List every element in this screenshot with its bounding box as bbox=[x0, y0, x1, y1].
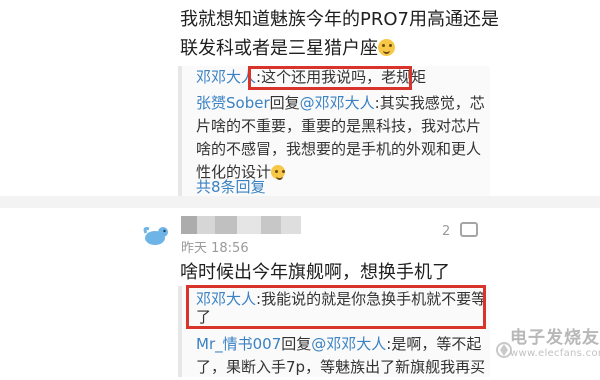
reply-mention[interactable]: @邓邓大人 bbox=[300, 94, 375, 112]
reply-text: :其实我感觉，芯 bbox=[374, 94, 485, 112]
reply-verb: 回复 bbox=[269, 94, 300, 112]
username-blurred[interactable] bbox=[181, 216, 301, 234]
comment-text-line: 联发科或者是三星猎户座 bbox=[180, 34, 395, 64]
comment-icon[interactable] bbox=[460, 222, 478, 237]
highlight-box bbox=[186, 285, 486, 329]
bird-avatar-icon[interactable] bbox=[140, 220, 170, 250]
watermark-url: www.elecfans.com bbox=[510, 348, 600, 359]
watermark-title: 电子发烧友 bbox=[510, 328, 600, 348]
comment-divider bbox=[0, 196, 600, 208]
comment-text-line: 我就想知道魅族今年的PRO7用高通还是 bbox=[180, 9, 499, 30]
comment-text-fragment: 联发科或者是三星猎户座 bbox=[180, 38, 378, 59]
smile-emoji-icon bbox=[271, 165, 286, 180]
reply-username[interactable]: 张赟Sober bbox=[196, 94, 270, 112]
comment-text-line: 啥时候出今年旗舰啊，想换手机了 bbox=[180, 262, 450, 283]
reply-username[interactable]: Mr_情书007 bbox=[196, 335, 281, 353]
reply-text-line: 了，果断入手7p，等魅族出了新旗舰我再买 bbox=[196, 358, 486, 376]
smile-emoji-icon bbox=[378, 39, 395, 56]
reply-username[interactable]: 邓邓大人 bbox=[196, 68, 256, 86]
reply-verb: 回复 bbox=[281, 335, 312, 353]
like-count: 2 bbox=[442, 224, 451, 239]
reply-mention[interactable]: @邓邓大人 bbox=[311, 335, 386, 353]
reply-text: :是啊，等不起 bbox=[386, 335, 482, 353]
highlight-box bbox=[248, 66, 412, 90]
comment-time: 昨天 18:56 bbox=[181, 241, 249, 256]
